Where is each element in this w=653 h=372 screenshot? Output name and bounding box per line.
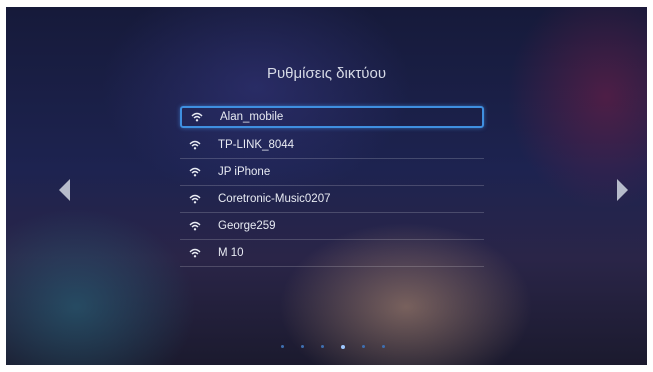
page-indicator <box>281 344 402 349</box>
wifi-signal-icon <box>191 112 203 122</box>
page-dot[interactable] <box>382 345 385 348</box>
wifi-signal-icon <box>189 221 201 231</box>
network-item-tp-link-8044[interactable]: TP-LINK_8044 <box>180 132 484 159</box>
network-item-alan-mobile[interactable]: Alan_mobile <box>180 106 484 128</box>
network-settings-screen: Ρυθμίσεις δικτύου Alan_mobile TP-LINK_80… <box>6 7 647 365</box>
network-name: TP-LINK_8044 <box>218 139 295 151</box>
network-name: Alan_mobile <box>220 111 284 123</box>
page-dot[interactable] <box>321 345 324 348</box>
network-name: Coretronic-Music0207 <box>218 193 331 205</box>
network-item-coretronic-music0207[interactable]: Coretronic-Music0207 <box>180 186 484 213</box>
network-name: George259 <box>218 220 276 232</box>
wifi-signal-icon <box>189 167 201 177</box>
next-page-arrow-icon[interactable] <box>617 179 628 201</box>
wifi-signal-icon <box>189 140 201 150</box>
page-dot-active[interactable] <box>341 344 345 349</box>
network-item-jp-iphone[interactable]: JP iPhone <box>180 159 484 186</box>
page-dot[interactable] <box>281 345 284 348</box>
page-dot[interactable] <box>301 345 304 348</box>
network-item-george259[interactable]: George259 <box>180 213 484 240</box>
page-title: Ρυθμίσεις δικτύου <box>266 65 387 82</box>
page-dot[interactable] <box>362 345 365 348</box>
wifi-signal-icon <box>189 248 201 258</box>
previous-page-arrow-icon[interactable] <box>59 179 70 201</box>
network-list: Alan_mobile TP-LINK_8044 JP iPhone Coret… <box>180 106 484 267</box>
network-name: M 10 <box>218 247 244 259</box>
network-name: JP iPhone <box>218 166 271 178</box>
network-item-m-10[interactable]: M 10 <box>180 240 484 267</box>
wifi-signal-icon <box>189 194 201 204</box>
